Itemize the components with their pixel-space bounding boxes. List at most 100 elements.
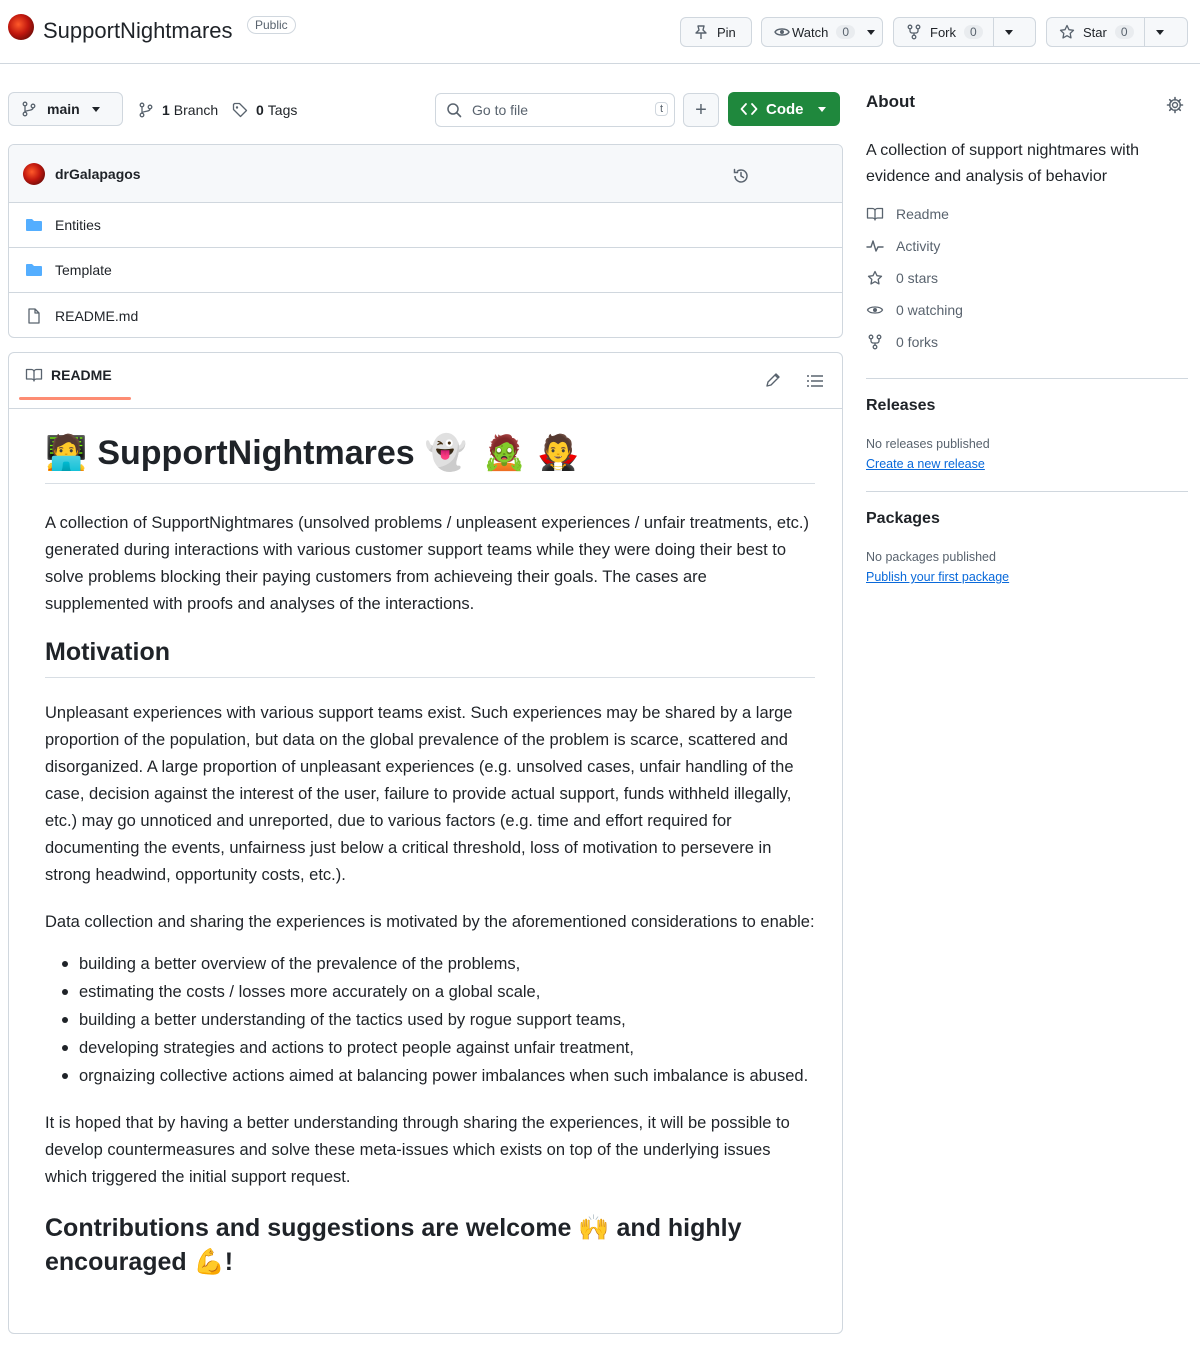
keyboard-shortcut-hint: t [654, 102, 668, 116]
forks-link[interactable]: 0 forks [866, 326, 1188, 358]
fork-dropdown[interactable] [992, 18, 1025, 46]
vampire-emoji: 🧛 [537, 434, 580, 472]
go-to-file-input[interactable]: Go to file t [435, 93, 675, 127]
flexed-biceps-emoji: 💪 [193, 1248, 225, 1276]
star-count: 0 [1114, 25, 1134, 39]
list-item: orgnaizing collective actions aimed at b… [62, 1062, 815, 1090]
list-icon[interactable] [806, 373, 824, 389]
add-file-button[interactable]: + [683, 93, 719, 127]
zombie-emoji: 🧟 [483, 434, 526, 472]
star-icon [1059, 24, 1075, 40]
stat-label: 0 forks [896, 334, 939, 350]
about-heading: About [866, 92, 916, 111]
technologist-emoji: 🧑‍💻 [45, 434, 88, 472]
readme-tab[interactable]: README [25, 367, 112, 383]
go-to-file-placeholder: Go to file [472, 102, 529, 118]
pin-icon [693, 24, 709, 40]
tag-icon [232, 102, 248, 118]
code-button[interactable]: Code [728, 92, 840, 126]
eye-icon [774, 24, 790, 40]
raised-hands-emoji: 🙌 [578, 1214, 610, 1242]
fork-label: Fork [930, 24, 956, 40]
motivation-enable-paragraph: Data collection and sharing the experien… [45, 913, 815, 931]
watch-dropdown-caret[interactable] [867, 29, 876, 35]
motivation-paragraph: Unpleasant experiences with various supp… [45, 704, 794, 884]
create-release-link[interactable]: Create a new release [866, 457, 985, 471]
about-stats: Readme Activity 0 stars 0 watching 0 for… [866, 198, 1188, 358]
active-tab-indicator [19, 397, 131, 400]
pulse-icon [866, 238, 884, 254]
gear-icon[interactable] [1166, 96, 1184, 114]
stat-label: Activity [896, 238, 941, 254]
publish-package-link[interactable]: Publish your first package [866, 570, 1009, 584]
fork-button[interactable]: Fork 0 [893, 17, 1036, 47]
branches-label: Branch [173, 102, 219, 118]
author-avatar[interactable] [23, 162, 45, 185]
chevron-down-icon [91, 106, 100, 112]
file-list: drGalapagos Entities Template README.md [8, 144, 843, 338]
list-item: estimating the costs / losses more accur… [62, 978, 815, 1006]
file-row[interactable]: Template [9, 248, 842, 293]
visibility-badge: Public [247, 16, 296, 34]
tags-count: 0 [256, 102, 264, 118]
releases-empty-text: No releases published [866, 437, 990, 451]
activity-link[interactable]: Activity [866, 230, 1188, 262]
readme-title-text: SupportNightmares [97, 433, 415, 472]
stat-label: Readme [896, 206, 949, 222]
file-row[interactable]: Entities [9, 203, 842, 248]
star-button[interactable]: Star 0 [1046, 17, 1188, 47]
latest-commit-row: drGalapagos [9, 145, 842, 203]
code-label: Code [766, 100, 804, 118]
chevron-down-icon [1005, 29, 1014, 35]
folder-icon [25, 262, 43, 278]
releases-heading[interactable]: Releases [866, 397, 1188, 415]
packages-empty-text: No packages published [866, 550, 996, 564]
book-icon [25, 367, 43, 383]
list-item: building a better understanding of the t… [62, 1006, 815, 1034]
history-icon[interactable] [732, 167, 750, 185]
file-name[interactable]: Entities [55, 217, 101, 233]
repo-name[interactable]: SupportNightmares [43, 18, 233, 44]
contrib-end: ! [224, 1248, 234, 1276]
repo-sidebar: About A collection of support nightmares… [866, 92, 1188, 584]
contrib-text-1: Contributions and suggestions are welcom… [45, 1214, 572, 1242]
stat-label: 0 stars [896, 270, 939, 286]
branch-icon [138, 102, 154, 118]
readme-link[interactable]: Readme [866, 198, 1188, 230]
code-icon [740, 101, 758, 117]
watch-count: 0 [836, 25, 856, 39]
pencil-icon[interactable] [764, 371, 782, 389]
book-icon [866, 206, 884, 222]
contributions-heading: Contributions and suggestions are welcom… [45, 1211, 815, 1279]
watchers-link[interactable]: 0 watching [866, 294, 1188, 326]
stars-link[interactable]: 0 stars [866, 262, 1188, 294]
branch-icon [21, 101, 37, 117]
divider [866, 491, 1188, 492]
packages-heading[interactable]: Packages [866, 510, 1188, 528]
tags-link[interactable]: 0 Tags [232, 102, 297, 118]
file-toolbar: main 1 Branch 0 Tags Go to file t + Code [8, 90, 843, 130]
goals-list: building a better overview of the preval… [45, 950, 815, 1090]
branches-link[interactable]: 1 Branch [138, 102, 218, 118]
file-name[interactable]: README.md [55, 308, 138, 324]
branch-name: main [47, 101, 80, 117]
owner-avatar[interactable] [8, 14, 34, 40]
closing-paragraph: It is hoped that by having a better unde… [45, 1114, 790, 1186]
branch-selector[interactable]: main [8, 92, 123, 126]
branches-count: 1 [162, 102, 170, 118]
readme-header: README [9, 353, 842, 409]
commit-author[interactable]: drGalapagos [55, 166, 141, 182]
readme-content: 🧑‍💻 SupportNightmares 👻 🧟 🧛 A collection… [45, 433, 815, 1279]
file-name[interactable]: Template [55, 262, 112, 278]
list-item: building a better overview of the preval… [62, 950, 815, 978]
file-row[interactable]: README.md [9, 293, 842, 337]
watch-button[interactable]: Watch 0 [761, 17, 883, 47]
star-icon [866, 270, 884, 286]
readme-panel: README 🧑‍💻 SupportNightmares 👻 🧟 🧛 A col… [8, 352, 843, 1334]
pin-button[interactable]: Pin [680, 17, 752, 47]
star-label: Star [1083, 24, 1107, 40]
search-icon [446, 102, 462, 118]
star-dropdown[interactable] [1143, 18, 1176, 46]
chevron-down-icon [1156, 29, 1165, 35]
tags-label: Tags [267, 102, 298, 118]
